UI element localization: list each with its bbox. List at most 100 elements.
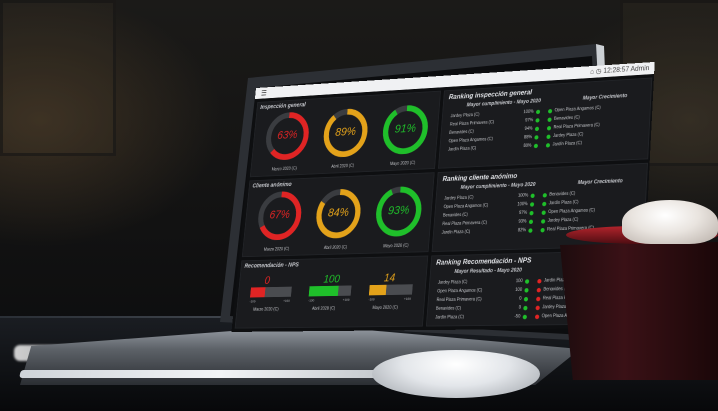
clock-icon: ◷ <box>595 67 602 76</box>
status-dot-icon <box>546 134 551 140</box>
ranking-value: 100% <box>517 201 528 208</box>
clock-time: 12:28:57 <box>603 65 630 75</box>
gauge-value: 67% <box>269 207 291 222</box>
nps-label: Abril 2020 (C) <box>311 306 336 312</box>
status-dot-icon <box>534 135 539 140</box>
panel-recomendacion-nps: Recomendación - NPS 0 -100 +100 Marzo 2020 … <box>234 255 429 329</box>
ranking-subtitle: Mayor Crecimiento <box>577 178 623 186</box>
ranking-store: Real Plaza Primavera (C) <box>436 296 482 303</box>
gauge-label: Marzo 2020 (C) <box>271 166 297 173</box>
top-bar-right: ⌂ ◷ 12:28:57 Admin <box>590 64 650 75</box>
nps-max: +100 <box>342 297 350 302</box>
status-dot-icon <box>528 219 534 225</box>
ranking-store: Benavides (C) <box>549 191 576 198</box>
nps-max: +100 <box>282 298 291 303</box>
status-dot-icon <box>536 296 541 302</box>
ranking-value: 100% <box>517 192 529 199</box>
cup <box>560 242 718 380</box>
status-dot-icon <box>547 109 553 114</box>
ranking-store: Jardey Plaza (C) <box>444 195 474 202</box>
status-dot-icon <box>535 305 540 311</box>
nps-label: Mayo 2020 (C) <box>372 305 399 311</box>
ranking-title: Ranking Recomendación - NPS <box>435 256 532 267</box>
ranking-store: Benavides (C) <box>553 115 580 122</box>
status-dot-icon <box>530 193 535 199</box>
status-dot-icon <box>545 143 551 148</box>
ranking-store: Open Plaza Angamos (C) <box>554 105 601 114</box>
status-dot-icon <box>541 210 546 215</box>
status-dot-icon <box>540 227 545 233</box>
status-dot-icon <box>534 126 540 132</box>
gauge-label: Mayo 2020 (C) <box>389 160 416 167</box>
panel-cliente-anonimo: Cliente anónimo 67% Marzo 2020 (C) 84% Abri… <box>241 172 435 258</box>
ranking-value: 100% <box>523 109 534 115</box>
background-window <box>0 0 116 156</box>
nps-max: +100 <box>403 296 412 301</box>
status-dot-icon <box>529 202 535 207</box>
gauge-label: Marzo 2020 (C) <box>263 246 290 253</box>
status-dot-icon <box>546 126 552 131</box>
ranking-store: Jardey Plaza (C) <box>437 279 468 286</box>
status-dot-icon <box>523 305 528 311</box>
ranking-value: 100 <box>515 287 523 293</box>
nps-bar-fill <box>368 284 387 296</box>
ranking-store: Jardín Plaza (C) <box>435 314 465 321</box>
nps-min: -100 <box>308 298 315 303</box>
ranking-store: Jardín Plaza (C) <box>441 229 471 236</box>
gauge: 63% Marzo 2020 (C) <box>262 109 313 172</box>
ranking-subtitle: Mayor Crecimiento <box>582 93 628 102</box>
ranking-store: Real Plaza Primavera (C) <box>442 220 488 227</box>
gauge-label: Abril 2020 (C) <box>323 245 348 251</box>
ranking-row: Real Plaza Primavera (C) 0 <box>435 296 530 305</box>
hamburger-icon[interactable]: ☰ <box>261 89 267 98</box>
nps-min: -100 <box>249 299 256 304</box>
gauge-value: 93% <box>387 202 411 217</box>
nps-label: Marzo 2020 (C) <box>252 307 279 313</box>
gauge: 93% Mayo 2020 (C) <box>372 184 425 249</box>
ranking-value: 0 <box>518 305 522 311</box>
status-dot-icon <box>534 314 540 320</box>
gauge-label: Mayo 2020 (C) <box>382 243 409 250</box>
ranking-value: 100 <box>515 278 523 284</box>
ranking-value: 97% <box>524 117 534 124</box>
panel-title: Cliente anónimo <box>252 181 292 190</box>
home-icon[interactable]: ⌂ <box>590 68 594 76</box>
ranking-row: Jardín Plaza (C) -50 <box>433 314 528 323</box>
ranking-store: Jardín Plaza (C) <box>447 145 477 153</box>
ranking-store: Jardín Plaza (C) <box>548 199 579 207</box>
status-dot-icon <box>522 314 527 320</box>
ranking-store: Benavides (C) <box>442 212 468 219</box>
ranking-value: 94% <box>524 126 533 132</box>
ranking-subtitle: Mayor Resultado - Mayo 2020 <box>454 267 522 275</box>
ranking-store: Open Plaza Angamos (C) <box>437 288 483 295</box>
status-dot-icon <box>535 109 541 115</box>
status-dot-icon <box>542 201 547 207</box>
ranking-subtitle: Mayor cumplimiento - Mayo 2020 <box>460 182 536 191</box>
ranking-store: Benavides (C) <box>435 305 462 312</box>
gauge-value: 89% <box>334 124 357 139</box>
ranking-store: Real Plaza Primavera (C) <box>553 122 600 131</box>
ranking-store: Real Plaza Primavera (C) <box>449 119 495 128</box>
ranking-store: Open Plaza Angamos (C) <box>548 207 596 215</box>
status-dot-icon <box>528 228 533 233</box>
ranking-row: Jardín Plaza (C) 82% <box>440 227 535 238</box>
ranking-value: 97% <box>518 210 528 216</box>
status-dot-icon <box>529 210 534 216</box>
status-dot-icon <box>523 296 529 302</box>
cupcake <box>622 200 718 244</box>
nps-bar-fill <box>250 287 266 298</box>
ranking-value: 88% <box>523 134 533 141</box>
ranking-store: Jardey Plaza (C) <box>552 132 584 139</box>
nps-min: -100 <box>368 296 375 302</box>
ranking-value: 80% <box>523 143 532 149</box>
panel-ranking-inspeccion: Ranking inspección general Mayor cumplimi… <box>438 77 653 169</box>
nps-value: 0 <box>264 273 271 287</box>
ranking-value: 82% <box>517 227 527 234</box>
ranking-store: Open Plaza Angamos (C) <box>443 203 489 210</box>
ranking-value: 93% <box>518 218 527 225</box>
user-name[interactable]: Admin <box>630 64 649 73</box>
gauge: 91% Mayo 2020 (C) <box>379 102 432 167</box>
nps-value: 100 <box>323 272 341 286</box>
nps-value: 14 <box>383 270 396 284</box>
status-dot-icon <box>524 279 530 284</box>
